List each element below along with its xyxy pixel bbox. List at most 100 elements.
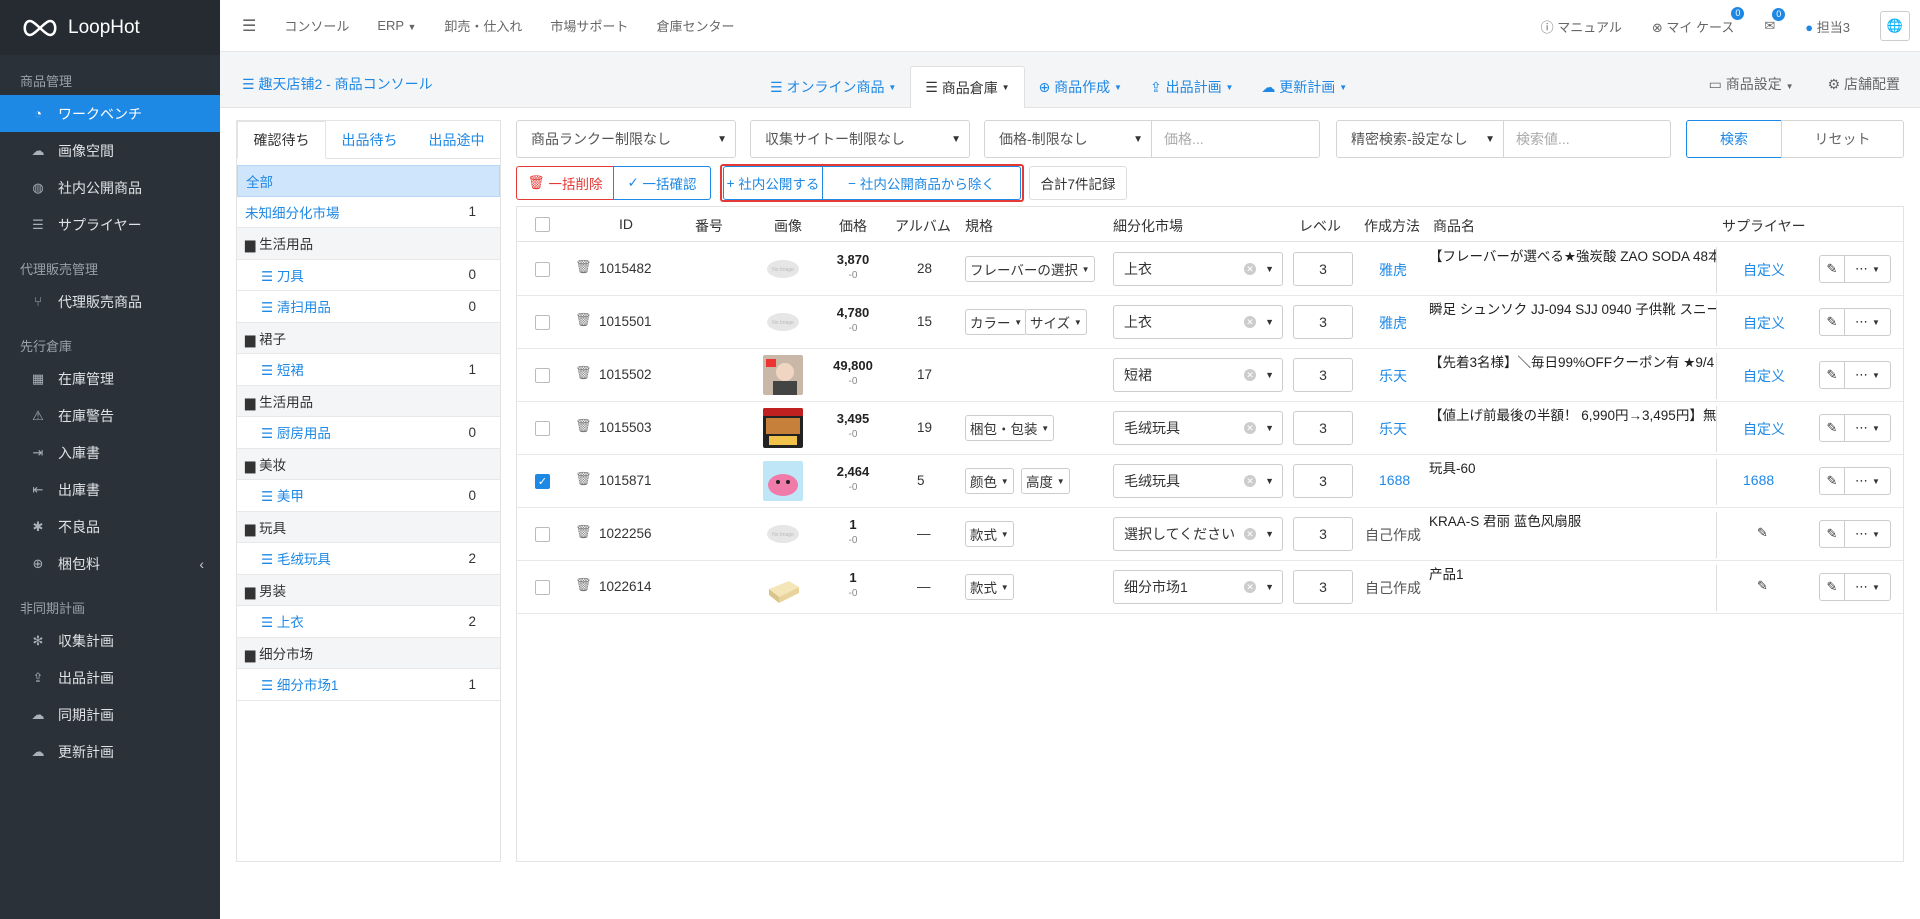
- row-checkbox[interactable]: [535, 315, 550, 330]
- sidebar-item[interactable]: ◍ 社内公開商品: [0, 169, 220, 206]
- mail-link[interactable]: ✉ 0: [1764, 8, 1786, 34]
- product-image[interactable]: [763, 461, 803, 501]
- page-title[interactable]: ☰ 趣天店铺2 - 商品コンソール: [242, 74, 433, 94]
- more-options-button[interactable]: ⋯ ▼: [1845, 520, 1891, 548]
- search-button[interactable]: 検索: [1686, 120, 1782, 158]
- sidebar-item[interactable]: ☁ 同期計画: [0, 696, 220, 733]
- row-checkbox[interactable]: [535, 421, 550, 436]
- creation-method[interactable]: 1688: [1379, 472, 1410, 488]
- product-image[interactable]: [763, 567, 803, 607]
- trash-icon[interactable]: 🗑: [575, 312, 592, 328]
- supplier-link[interactable]: 自定义: [1743, 260, 1785, 280]
- sidebar-item[interactable]: ◔ ワークベンチ: [0, 95, 220, 132]
- rank-select[interactable]: 商品ランクー制限なし ▼: [516, 120, 736, 158]
- level-input[interactable]: 3: [1293, 305, 1353, 339]
- sidebar-item[interactable]: ⇤ 出庫書: [0, 471, 220, 508]
- price-input[interactable]: 価格...: [1151, 120, 1320, 158]
- clear-icon[interactable]: ✕: [1244, 422, 1256, 434]
- tab-pending-listing[interactable]: 出品待ち: [326, 121, 413, 158]
- publish-internal-button[interactable]: + 社内公開する: [723, 166, 823, 200]
- menu-market-support[interactable]: 市場サポート: [536, 16, 642, 35]
- edit-icon[interactable]: ✎: [1819, 573, 1845, 601]
- precise-search-select[interactable]: 精密検索-設定なし ▼: [1336, 120, 1504, 158]
- menu-console[interactable]: コンソール: [270, 16, 363, 35]
- sidebar-item[interactable]: ☁ 画像空間: [0, 132, 220, 169]
- product-name-textarea[interactable]: 【先着3名様】＼毎日99%OFFクーポン有 ★9/4 20:00 - 9/11 …: [1429, 353, 1717, 399]
- manual-link[interactable]: ⓘ マニュアル: [1541, 17, 1622, 36]
- row-checkbox[interactable]: [535, 527, 550, 542]
- product-settings-menu[interactable]: ▭ 商品設定 ▼: [1709, 74, 1794, 94]
- row-checkbox[interactable]: [535, 368, 550, 383]
- my-case-link[interactable]: ⊗ マイ ケース 0: [1652, 6, 1745, 36]
- tab-product-warehouse[interactable]: ☰ 商品倉庫 ▼: [910, 66, 1025, 108]
- clear-icon[interactable]: ✕: [1244, 316, 1256, 328]
- creation-method[interactable]: 雅虎: [1379, 260, 1407, 280]
- sidebar-item[interactable]: ☁ 更新計画: [0, 733, 220, 770]
- creation-method[interactable]: 乐天: [1379, 419, 1407, 439]
- tab-pending-confirm[interactable]: 確認待ち: [237, 121, 326, 159]
- sidebar-item[interactable]: ☰ サプライヤー: [0, 206, 220, 243]
- market-select[interactable]: 上衣 ✕ ▼: [1113, 252, 1283, 286]
- site-select[interactable]: 収集サイトー制限なし ▼: [750, 120, 970, 158]
- logo[interactable]: LoopHot: [0, 0, 220, 55]
- spec-select[interactable]: カラー ▼: [965, 309, 1028, 335]
- edit-icon[interactable]: ✎: [1819, 414, 1845, 442]
- market-select[interactable]: 毛绒玩具 ✕ ▼: [1113, 464, 1283, 498]
- edit-icon[interactable]: ✎: [1819, 361, 1845, 389]
- store-config-link[interactable]: ⚙ 店舗配置: [1828, 74, 1900, 94]
- category-all[interactable]: 全部: [237, 165, 500, 197]
- sidebar-item[interactable]: ✱ 不良品: [0, 508, 220, 545]
- select-all-checkbox[interactable]: [535, 217, 550, 232]
- more-options-button[interactable]: ⋯ ▼: [1845, 467, 1891, 495]
- tab-listing-in-progress[interactable]: 出品途中: [413, 121, 500, 158]
- product-name-textarea[interactable]: 玩具-60: [1429, 459, 1717, 505]
- clear-icon[interactable]: ✕: [1244, 263, 1256, 275]
- user-menu[interactable]: ● 担当3: [1805, 17, 1850, 36]
- trash-icon[interactable]: 🗑: [575, 365, 592, 381]
- bulk-confirm-button[interactable]: ✓ 一括確認: [613, 166, 711, 200]
- menu-warehouse[interactable]: 倉庫センター: [642, 16, 748, 35]
- price-select[interactable]: 価格-制限なし ▼: [984, 120, 1152, 158]
- clear-icon[interactable]: ✕: [1244, 581, 1256, 593]
- creation-method[interactable]: 乐天: [1379, 366, 1407, 386]
- spec-select[interactable]: フレーバーの選択 ▼: [965, 256, 1095, 282]
- col-number[interactable]: 番号: [695, 216, 723, 236]
- menu-wholesale[interactable]: 卸売・仕入れ: [430, 16, 536, 35]
- edit-supplier-icon[interactable]: ✎: [1757, 578, 1768, 594]
- trash-icon[interactable]: 🗑: [575, 418, 592, 434]
- level-input[interactable]: 3: [1293, 517, 1353, 551]
- reset-button[interactable]: リセット: [1781, 120, 1904, 158]
- col-price[interactable]: 価格: [839, 216, 867, 236]
- category-item[interactable]: ☰ 短裙 1: [237, 354, 500, 386]
- level-input[interactable]: 3: [1293, 358, 1353, 392]
- more-options-button[interactable]: ⋯ ▼: [1845, 308, 1891, 336]
- product-image[interactable]: [763, 408, 803, 448]
- col-level[interactable]: レベル: [1299, 216, 1341, 236]
- sidebar-item[interactable]: ⚠ 在庫警告: [0, 397, 220, 434]
- level-input[interactable]: 3: [1293, 411, 1353, 445]
- language-globe-icon[interactable]: 🌐: [1880, 11, 1910, 41]
- col-id[interactable]: ID: [619, 216, 633, 232]
- category-item[interactable]: ☰ 厨房用品 0: [237, 417, 500, 449]
- category-item[interactable]: ☰ 细分市场1 1: [237, 669, 500, 701]
- tab-update-plan[interactable]: ☁ 更新計画 ▼: [1247, 66, 1361, 108]
- trash-icon[interactable]: 🗑: [575, 259, 592, 275]
- product-name-textarea[interactable]: KRAA-S 君丽 蓝色风扇服: [1429, 512, 1717, 558]
- edit-supplier-icon[interactable]: ✎: [1757, 525, 1768, 541]
- product-name-textarea[interactable]: 【値上げ前最後の半額！ 6,990円→3,495円】無塩】訳あり無塩骨取りさば(…: [1429, 406, 1717, 452]
- sidebar-item[interactable]: ⑂ 代理販売商品: [0, 283, 220, 320]
- spec-select[interactable]: 颜色 ▼: [965, 468, 1014, 494]
- supplier-link[interactable]: 自定义: [1743, 313, 1785, 333]
- supplier-link[interactable]: 自定义: [1743, 419, 1785, 439]
- sidebar-item[interactable]: ⊕ 梱包料 ‹: [0, 545, 220, 582]
- spec-select[interactable]: 梱包・包装 ▼: [965, 415, 1055, 441]
- supplier-link[interactable]: 1688: [1743, 472, 1774, 488]
- category-item[interactable]: ☰ 清扫用品 0: [237, 291, 500, 323]
- tab-listing-plan[interactable]: ⇪ 出品計画 ▼: [1136, 66, 1247, 108]
- trash-icon[interactable]: 🗑: [575, 577, 592, 593]
- edit-icon[interactable]: ✎: [1819, 520, 1845, 548]
- creation-method[interactable]: 雅虎: [1379, 313, 1407, 333]
- sidebar-item[interactable]: ⇪ 出品計画: [0, 659, 220, 696]
- spec-select[interactable]: 款式 ▼: [965, 574, 1014, 600]
- sidebar-item[interactable]: ✻ 収集計画: [0, 622, 220, 659]
